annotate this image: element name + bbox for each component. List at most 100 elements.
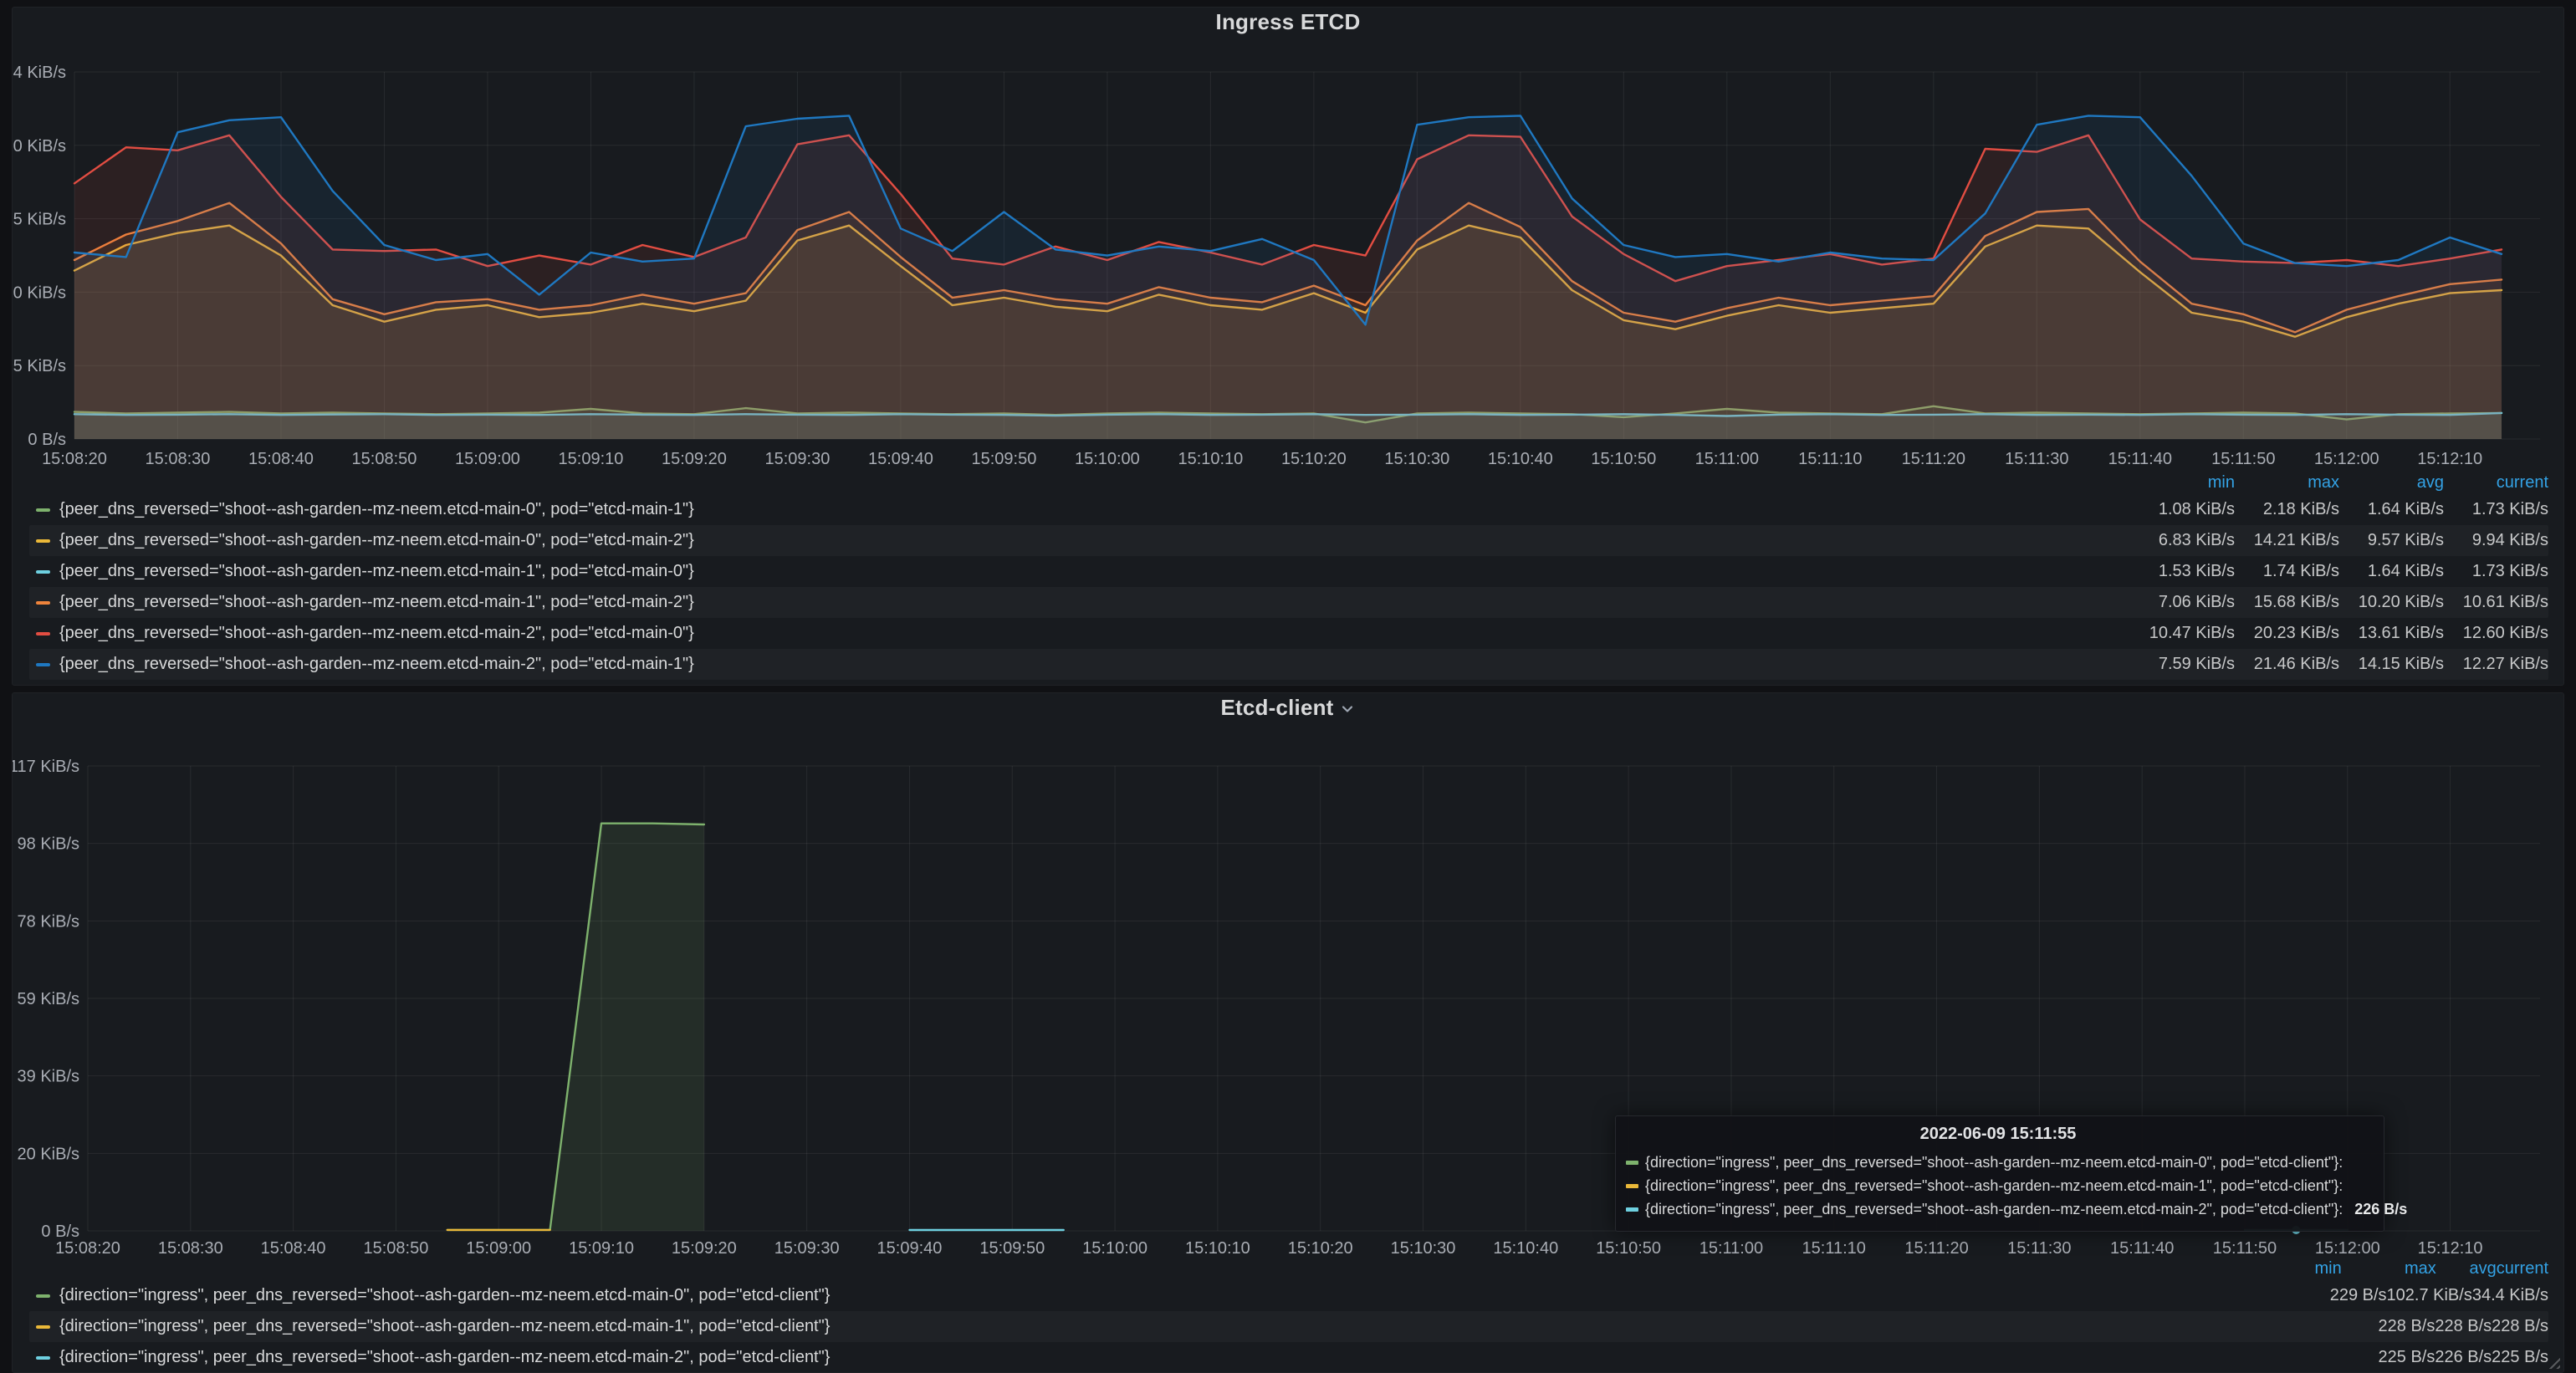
legend-header-current[interactable]: current (2497, 1259, 2548, 1279)
graph-tooltip: 2022-06-09 15:11:55 {direction="ingress"… (1615, 1115, 2384, 1232)
legend-header-max[interactable]: max (2342, 1259, 2436, 1279)
legend-value-min: 228 B/s (2374, 1317, 2435, 1336)
legend-value-min: 6.83 KiB/s (2130, 531, 2235, 550)
svg-text:15:10:10: 15:10:10 (1185, 1239, 1250, 1257)
svg-text:15:09:30: 15:09:30 (764, 450, 830, 468)
svg-text:15:11:40: 15:11:40 (2110, 1239, 2174, 1257)
legend-value-max: 2.18 KiB/s (2235, 500, 2339, 519)
tooltip-timestamp: 2022-06-09 15:11:55 (1626, 1125, 2370, 1144)
series-color-swatch (1626, 1207, 1638, 1212)
legend-value-max: 15.68 KiB/s (2235, 593, 2339, 612)
legend-value-avg: 9.57 KiB/s (2339, 531, 2444, 550)
svg-text:15:08:20: 15:08:20 (42, 450, 107, 468)
tooltip-series-label: {direction="ingress", peer_dns_reversed=… (1645, 1201, 2343, 1218)
legend-value-max: 20.23 KiB/s (2235, 624, 2339, 643)
series-label[interactable]: {peer_dns_reversed="shoot--ash-garden--m… (59, 531, 694, 550)
panel-header[interactable]: Etcd-client (13, 693, 2563, 722)
svg-text:0 B/s: 0 B/s (41, 1222, 79, 1241)
legend-header-min[interactable]: min (2236, 1259, 2342, 1279)
series-label[interactable]: {peer_dns_reversed="shoot--ash-garden--m… (59, 500, 694, 519)
series-color-swatch (36, 601, 50, 605)
svg-text:15 KiB/s: 15 KiB/s (13, 211, 66, 229)
svg-text:15:11:30: 15:11:30 (2007, 1239, 2071, 1257)
svg-text:15:12:00: 15:12:00 (2314, 450, 2379, 468)
tooltip-series-row: {direction="ingress", peer_dns_reversed=… (1626, 1197, 2370, 1221)
legend-header-min[interactable]: min (2130, 473, 2235, 493)
legend-value-avg: 34.4 KiB/s (2472, 1286, 2548, 1305)
legend-header-row: min max avg current (29, 471, 2548, 494)
svg-text:15:11:50: 15:11:50 (2211, 450, 2275, 468)
legend-header-current[interactable]: current (2444, 473, 2548, 493)
legend-value-min: 10.47 KiB/s (2130, 624, 2235, 643)
panel-title[interactable]: Ingress ETCD (1216, 9, 1361, 35)
series-label[interactable]: {direction="ingress", peer_dns_reversed=… (59, 1348, 830, 1367)
svg-text:15:08:20: 15:08:20 (55, 1239, 120, 1257)
svg-text:24 KiB/s: 24 KiB/s (13, 64, 66, 82)
svg-text:78 KiB/s: 78 KiB/s (18, 912, 79, 931)
svg-text:15:10:40: 15:10:40 (1488, 450, 1553, 468)
series-color-swatch (36, 1325, 50, 1329)
svg-text:15:10:50: 15:10:50 (1591, 450, 1656, 468)
svg-text:15:11:00: 15:11:00 (1699, 1239, 1763, 1257)
svg-text:10 KiB/s: 10 KiB/s (13, 283, 66, 302)
series-label[interactable]: {peer_dns_reversed="shoot--ash-garden--m… (59, 624, 694, 643)
svg-text:20 KiB/s: 20 KiB/s (18, 1145, 79, 1163)
series-label[interactable]: {peer_dns_reversed="shoot--ash-garden--m… (59, 655, 694, 674)
series-label[interactable]: {direction="ingress", peer_dns_reversed=… (59, 1317, 830, 1336)
svg-text:15:09:50: 15:09:50 (971, 450, 1036, 468)
svg-text:15:10:30: 15:10:30 (1391, 1239, 1456, 1257)
legend-row: {direction="ingress", peer_dns_reversed=… (29, 1280, 2548, 1311)
svg-text:15:11:20: 15:11:20 (1904, 1239, 1968, 1257)
legend-value-avg: 228 B/s (2492, 1317, 2548, 1336)
series-color-swatch (36, 1294, 50, 1298)
series-color-swatch (36, 539, 50, 543)
legend-header-max[interactable]: max (2235, 473, 2339, 493)
svg-text:15:09:50: 15:09:50 (979, 1239, 1045, 1257)
svg-text:15:08:40: 15:08:40 (261, 1239, 326, 1257)
legend-value-max: 102.7 KiB/s (2387, 1286, 2472, 1305)
tooltip-series-value: 226 B/s (2343, 1201, 2407, 1218)
series-color-swatch (36, 632, 50, 635)
legend-row: {peer_dns_reversed="shoot--ash-garden--m… (29, 587, 2548, 618)
series-label[interactable]: {peer_dns_reversed="shoot--ash-garden--m… (59, 593, 694, 612)
svg-text:15:08:40: 15:08:40 (248, 450, 314, 468)
svg-text:15:09:20: 15:09:20 (662, 450, 727, 468)
svg-text:15:10:20: 15:10:20 (1288, 1239, 1353, 1257)
ingress-etcd-chart[interactable]: 15:08:2015:08:3015:08:4015:08:5015:09:00… (13, 36, 2564, 471)
series-color-swatch (1626, 1184, 1638, 1188)
legend-value-avg: 14.15 KiB/s (2339, 655, 2444, 674)
legend-value-max: 226 B/s (2435, 1348, 2492, 1367)
svg-text:15:08:30: 15:08:30 (146, 450, 211, 468)
series-label[interactable]: {peer_dns_reversed="shoot--ash-garden--m… (59, 562, 694, 581)
svg-text:15:10:50: 15:10:50 (1596, 1239, 1661, 1257)
legend-value-min: 7.06 KiB/s (2130, 593, 2235, 612)
panel-header[interactable]: Ingress ETCD (13, 8, 2563, 36)
legend-value-current: 1.73 KiB/s (2444, 500, 2548, 519)
legend-header-avg[interactable]: avg (2339, 473, 2444, 493)
panel-title[interactable]: Etcd-client (1220, 695, 1333, 721)
svg-text:15:10:00: 15:10:00 (1082, 1239, 1147, 1257)
legend-value-current: 10.61 KiB/s (2444, 593, 2548, 612)
legend-row: {direction="ingress", peer_dns_reversed=… (29, 1342, 2548, 1373)
svg-text:15:11:00: 15:11:00 (1695, 450, 1759, 468)
svg-text:15:08:50: 15:08:50 (363, 1239, 428, 1257)
legend-value-min: 229 B/s (2327, 1286, 2387, 1305)
svg-text:15:09:10: 15:09:10 (569, 1239, 634, 1257)
svg-text:15:11:10: 15:11:10 (1798, 450, 1862, 468)
legend-value-avg: 13.61 KiB/s (2339, 624, 2444, 643)
svg-text:15:09:40: 15:09:40 (877, 1239, 943, 1257)
legend-row: {peer_dns_reversed="shoot--ash-garden--m… (29, 649, 2548, 680)
legend-value-min: 7.59 KiB/s (2130, 655, 2235, 674)
panel-etcd-client: Etcd-client 15:08:2015:08:3015:08:4015:0… (12, 692, 2564, 1373)
timeseries-svg: 15:08:2015:08:3015:08:4015:08:5015:09:00… (13, 36, 2563, 471)
legend-value-avg: 225 B/s (2492, 1348, 2548, 1367)
svg-text:15:10:00: 15:10:00 (1075, 450, 1140, 468)
legend-header-avg[interactable]: avg (2436, 1259, 2497, 1279)
svg-text:15:11:30: 15:11:30 (2005, 450, 2068, 468)
series-color-swatch (36, 570, 50, 574)
series-label[interactable]: {direction="ingress", peer_dns_reversed=… (59, 1286, 830, 1305)
legend-value-max: 1.74 KiB/s (2235, 562, 2339, 581)
legend-row: {peer_dns_reversed="shoot--ash-garden--m… (29, 494, 2548, 525)
svg-text:15:12:10: 15:12:10 (2418, 1239, 2483, 1257)
tooltip-series-label: {direction="ingress", peer_dns_reversed=… (1645, 1177, 2343, 1195)
